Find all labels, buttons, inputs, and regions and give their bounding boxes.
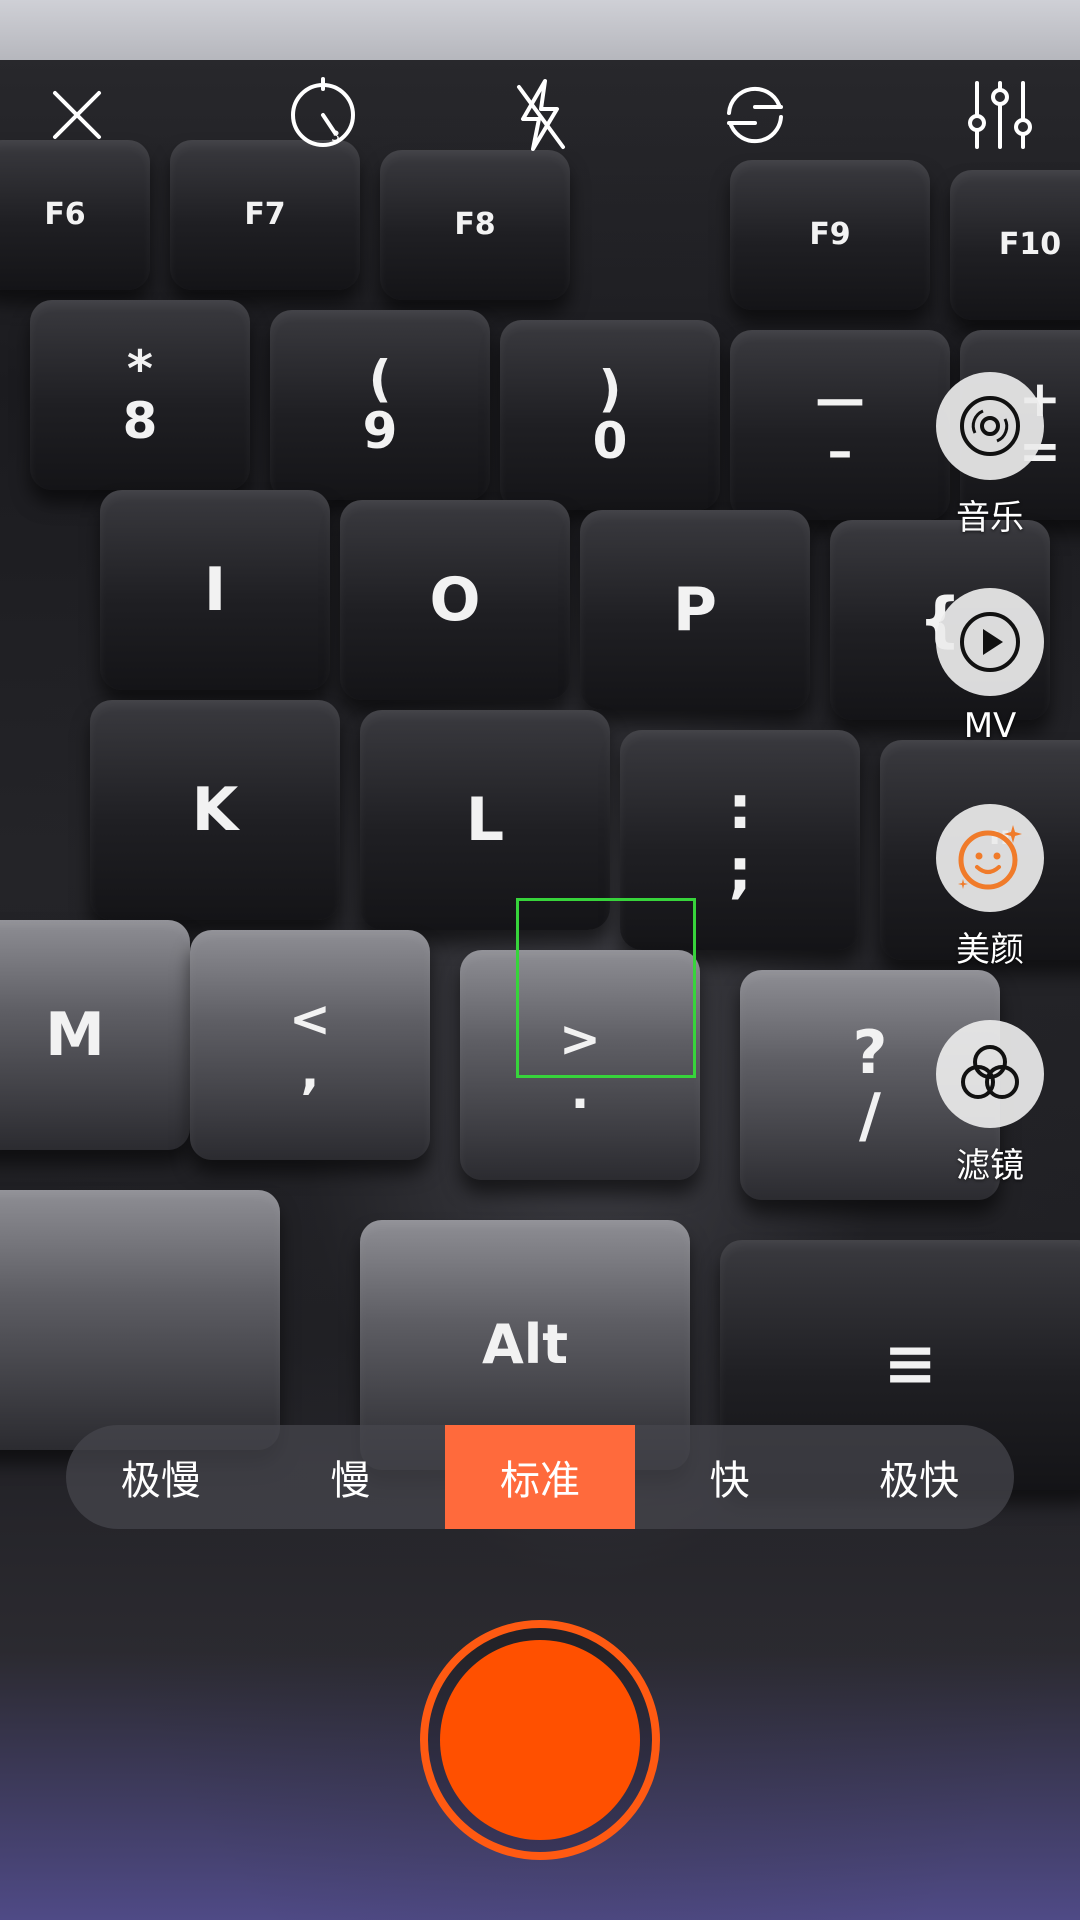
preview-top-strip bbox=[0, 0, 1080, 60]
key-0: ) 0 bbox=[500, 320, 720, 510]
key-minus: — – bbox=[730, 330, 950, 520]
speed-option-fast[interactable]: 快 bbox=[635, 1425, 825, 1529]
filter-tool[interactable]: 滤镜 bbox=[930, 1020, 1050, 1187]
speed-option-normal[interactable]: 标准 bbox=[445, 1425, 635, 1529]
beauty-label: 美颜 bbox=[956, 930, 1024, 970]
svg-text:3: 3 bbox=[331, 129, 340, 145]
mv-label: MV bbox=[963, 706, 1017, 746]
settings-sliders-icon[interactable] bbox=[955, 70, 1045, 160]
key-p: P bbox=[580, 510, 810, 710]
key-l: L bbox=[360, 710, 610, 930]
key-o: O bbox=[340, 500, 570, 700]
key-8: * 8 bbox=[30, 300, 250, 490]
close-icon[interactable] bbox=[32, 70, 122, 160]
timer-icon[interactable]: 3 bbox=[278, 70, 368, 160]
switch-camera-icon[interactable] bbox=[710, 70, 800, 160]
key-space-left bbox=[0, 1190, 280, 1450]
focus-box bbox=[516, 898, 696, 1078]
key-m: M bbox=[0, 920, 190, 1150]
filter-label: 滤镜 bbox=[956, 1146, 1024, 1186]
record-button[interactable] bbox=[420, 1620, 660, 1860]
play-circle-icon[interactable] bbox=[936, 588, 1044, 696]
top-bar: 3 bbox=[0, 60, 1080, 180]
key-k: K bbox=[90, 700, 340, 920]
key-i: I bbox=[100, 490, 330, 690]
music-disc-icon[interactable] bbox=[936, 372, 1044, 480]
key-f9: F9 bbox=[730, 160, 930, 310]
filter-circles-icon[interactable] bbox=[936, 1020, 1044, 1128]
mv-tool[interactable]: MV bbox=[930, 588, 1050, 746]
camera-screen: F6 F7 F8 F9 F10 *8 (9 )0 —– += I O P { K… bbox=[0, 0, 1080, 1920]
record-button-inner[interactable] bbox=[440, 1640, 640, 1840]
key-comma: <, bbox=[190, 930, 430, 1160]
speed-option-very-slow[interactable]: 极慢 bbox=[66, 1425, 256, 1529]
speed-option-very-fast[interactable]: 极快 bbox=[824, 1425, 1014, 1529]
beauty-face-icon[interactable] bbox=[936, 804, 1044, 912]
music-tool[interactable]: 音乐 bbox=[930, 372, 1050, 539]
key-f10: F10 bbox=[950, 170, 1080, 320]
beauty-tool[interactable]: 美颜 bbox=[930, 804, 1050, 971]
key-9: (9 bbox=[270, 310, 490, 500]
speed-selector: 极慢 慢 标准 快 极快 bbox=[66, 1425, 1014, 1529]
speed-option-slow[interactable]: 慢 bbox=[256, 1425, 446, 1529]
flash-off-icon[interactable] bbox=[495, 70, 585, 160]
music-label: 音乐 bbox=[956, 498, 1024, 538]
